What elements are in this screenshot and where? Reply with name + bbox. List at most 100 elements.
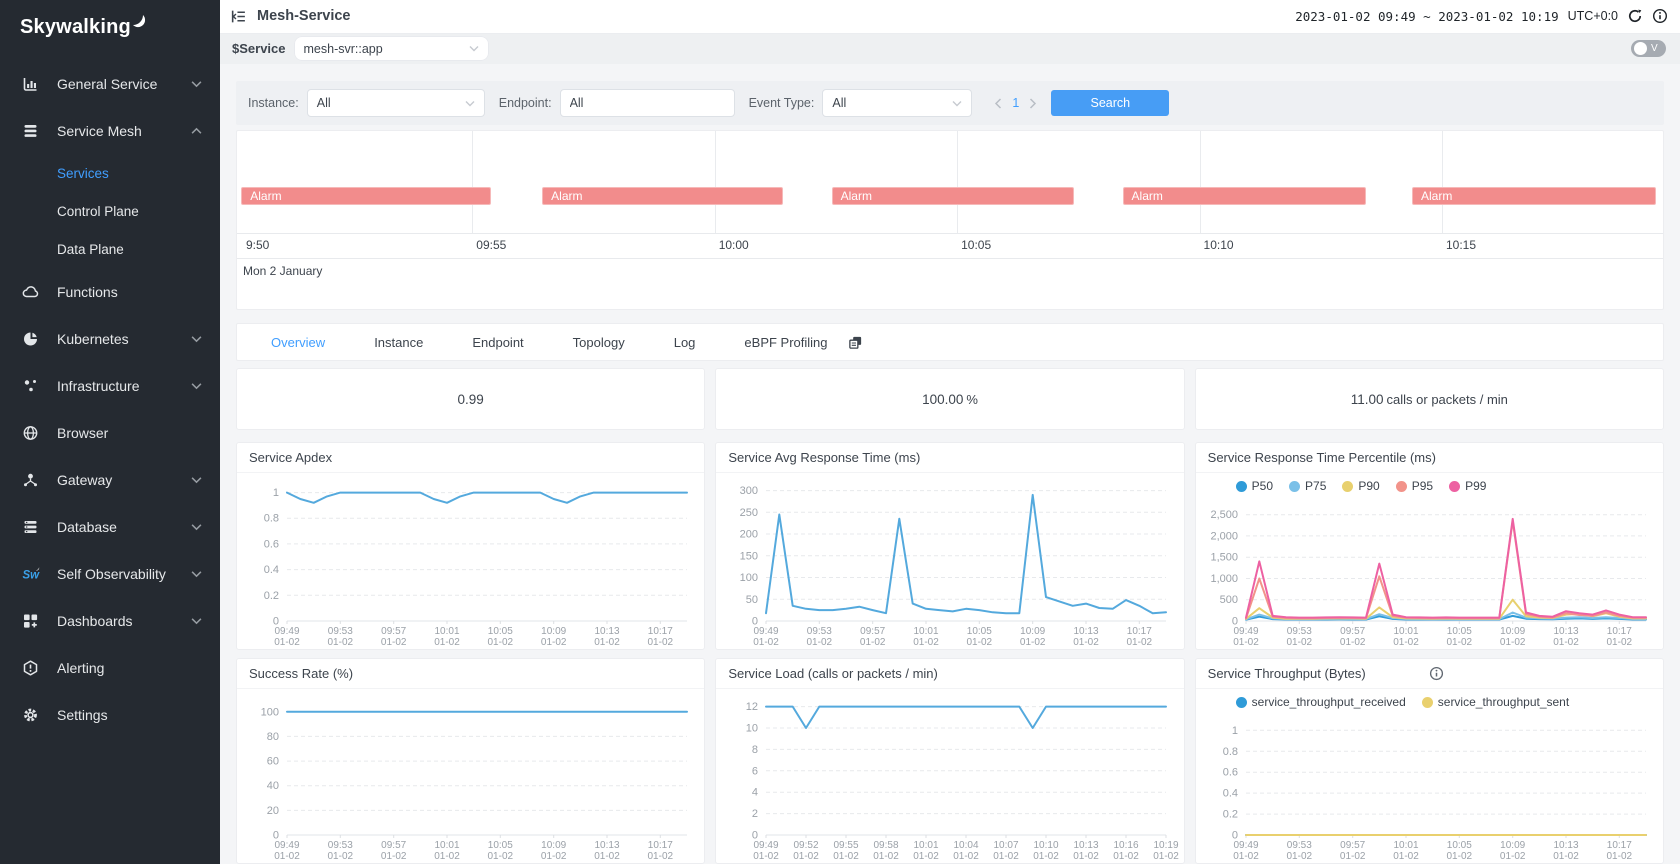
sidebar-item-label: Self Observability bbox=[57, 566, 166, 582]
sidebar-item-functions[interactable]: Functions bbox=[0, 268, 220, 315]
chevron-down-icon bbox=[191, 570, 202, 578]
svg-text:01-02: 01-02 bbox=[274, 851, 300, 862]
endpoint-input[interactable] bbox=[560, 89, 735, 117]
sidebar-item-browser[interactable]: Browser bbox=[0, 409, 220, 456]
svg-text:01-02: 01-02 bbox=[1340, 851, 1366, 862]
tab-overview[interactable]: Overview bbox=[271, 335, 325, 350]
event-type-select[interactable]: All bbox=[822, 89, 972, 117]
svg-text:1: 1 bbox=[273, 487, 279, 499]
svg-text:01-02: 01-02 bbox=[807, 637, 833, 648]
alarm-event-bar[interactable]: Alarm bbox=[832, 187, 1074, 205]
svg-text:10:17: 10:17 bbox=[648, 840, 673, 851]
sidebar-item-alerting[interactable]: Alerting bbox=[0, 644, 220, 691]
chart-title: Service Apdex bbox=[249, 450, 692, 465]
svg-text:01-02: 01-02 bbox=[967, 637, 993, 648]
svg-text:01-02: 01-02 bbox=[274, 637, 300, 648]
svg-text:09:49: 09:49 bbox=[274, 840, 299, 851]
legend-dot bbox=[1236, 697, 1247, 708]
service-selector-bar: $Service mesh-svr::app V bbox=[220, 34, 1680, 64]
svg-text:10:17: 10:17 bbox=[648, 626, 673, 637]
sidebar-item-control-plane[interactable]: Control Plane bbox=[0, 192, 220, 230]
tab-endpoint[interactable]: Endpoint bbox=[472, 335, 523, 350]
service-select[interactable]: mesh-svr::app bbox=[294, 36, 489, 61]
metric-unit: calls or packets / min bbox=[1387, 392, 1508, 407]
version-toggle[interactable]: V bbox=[1631, 40, 1666, 57]
svg-text:01-02: 01-02 bbox=[914, 851, 940, 862]
instance-select[interactable]: All bbox=[307, 89, 485, 117]
svg-text:0.2: 0.2 bbox=[1222, 809, 1237, 821]
alarm-event-bar[interactable]: Alarm bbox=[241, 187, 491, 205]
alarm-event-bar[interactable]: Alarm bbox=[1412, 187, 1656, 205]
svg-text:09:53: 09:53 bbox=[328, 626, 353, 637]
svg-text:01-02: 01-02 bbox=[1553, 637, 1579, 648]
svg-text:01-02: 01-02 bbox=[541, 851, 567, 862]
sidebar-item-kubernetes[interactable]: Kubernetes bbox=[0, 315, 220, 362]
page-number[interactable]: 1 bbox=[1012, 96, 1019, 110]
collapse-sidebar-icon[interactable] bbox=[230, 8, 247, 25]
svg-text:10:01: 10:01 bbox=[914, 840, 939, 851]
metric-cards: 0.99100.00%11.00calls or packets / min bbox=[236, 368, 1664, 430]
tab-ebpf-profiling[interactable]: eBPF Profiling bbox=[744, 335, 827, 350]
sidebar-item-services[interactable]: Services bbox=[0, 154, 220, 192]
legend-item-p99[interactable]: P99 bbox=[1449, 479, 1486, 493]
chart-title: Service Avg Response Time (ms) bbox=[728, 450, 1171, 465]
metric-unit: % bbox=[966, 392, 978, 407]
timeline-axis: 9:5009:5510:0010:0510:1010:15 bbox=[237, 234, 1663, 259]
svg-text:500: 500 bbox=[1219, 594, 1237, 606]
sidebar-item-label: Alerting bbox=[57, 660, 104, 676]
sidebar-item-self-observability[interactable]: SwSelf Observability bbox=[0, 550, 220, 597]
svg-text:01-02: 01-02 bbox=[1074, 851, 1100, 862]
sidebar-item-infrastructure[interactable]: Infrastructure bbox=[0, 362, 220, 409]
sidebar-item-dashboards[interactable]: Dashboards bbox=[0, 597, 220, 644]
search-button[interactable]: Search bbox=[1051, 90, 1169, 116]
alarm-label: Alarm bbox=[242, 189, 281, 203]
alarm-event-bar[interactable]: Alarm bbox=[1123, 187, 1367, 205]
copy-icon[interactable] bbox=[848, 335, 863, 350]
sidebar-item-service-mesh[interactable]: Service Mesh bbox=[0, 107, 220, 154]
time-range-picker[interactable]: 2023-01-02 09:49 ~ 2023-01-02 10:19 bbox=[1295, 9, 1558, 24]
tab-topology[interactable]: Topology bbox=[573, 335, 625, 350]
sidebar-item-general-service[interactable]: General Service bbox=[0, 60, 220, 107]
info-icon[interactable] bbox=[1429, 666, 1651, 681]
svg-text:10:04: 10:04 bbox=[954, 840, 979, 851]
svg-text:01-02: 01-02 bbox=[1500, 637, 1526, 648]
legend-label: service_throughput_received bbox=[1252, 695, 1406, 709]
info-icon[interactable] bbox=[1652, 8, 1668, 24]
svg-text:01-02: 01-02 bbox=[381, 637, 407, 648]
legend-item-service-throughput-received[interactable]: service_throughput_received bbox=[1236, 695, 1406, 709]
legend-item-service-throughput-sent[interactable]: service_throughput_sent bbox=[1422, 695, 1569, 709]
svg-text:01-02: 01-02 bbox=[1020, 637, 1046, 648]
sidebar-item-database[interactable]: Database bbox=[0, 503, 220, 550]
svg-text:10:05: 10:05 bbox=[1446, 626, 1471, 637]
chevron-right-icon[interactable] bbox=[1029, 98, 1037, 109]
charts-row-1: Service Apdex10.80.60.40.2009:4901-0209:… bbox=[236, 442, 1664, 650]
metric-card: 100.00% bbox=[715, 368, 1184, 430]
chevron-left-icon[interactable] bbox=[994, 98, 1002, 109]
tab-instance[interactable]: Instance bbox=[374, 335, 423, 350]
legend-item-p90[interactable]: P90 bbox=[1342, 479, 1379, 493]
legend-item-p50[interactable]: P50 bbox=[1236, 479, 1273, 493]
sidebar-item-label: Services bbox=[57, 166, 109, 181]
svg-text:01-02: 01-02 bbox=[754, 851, 780, 862]
globe-icon bbox=[22, 424, 42, 442]
sidebar-item-label: Database bbox=[57, 519, 117, 535]
alarm-event-bar[interactable]: Alarm bbox=[542, 187, 783, 205]
legend-item-p95[interactable]: P95 bbox=[1396, 479, 1433, 493]
chart-card-service-throughput-bytes: Service Throughput (Bytes) service_throug… bbox=[1195, 658, 1664, 864]
sidebar-item-data-plane[interactable]: Data Plane bbox=[0, 230, 220, 268]
refresh-icon[interactable] bbox=[1627, 8, 1643, 24]
svg-text:1,500: 1,500 bbox=[1210, 552, 1238, 564]
chart-title: Service Throughput (Bytes) bbox=[1208, 666, 1430, 681]
svg-text:01-02: 01-02 bbox=[1500, 851, 1526, 862]
sidebar-item-label: Gateway bbox=[57, 472, 112, 488]
legend-item-p75[interactable]: P75 bbox=[1289, 479, 1326, 493]
sidebar-item-label: Kubernetes bbox=[57, 331, 129, 347]
tab-log[interactable]: Log bbox=[674, 335, 696, 350]
timeline-date: Mon 2 January bbox=[237, 259, 1663, 283]
sidebar-item-settings[interactable]: Settings bbox=[0, 691, 220, 738]
app-logo[interactable]: Skywalking bbox=[0, 0, 220, 60]
timeline-tick-label: 10:10 bbox=[1204, 238, 1234, 252]
timeline-tick-label: 10:15 bbox=[1446, 238, 1476, 252]
sidebar-item-gateway[interactable]: Gateway bbox=[0, 456, 220, 503]
svg-text:50: 50 bbox=[746, 594, 758, 606]
